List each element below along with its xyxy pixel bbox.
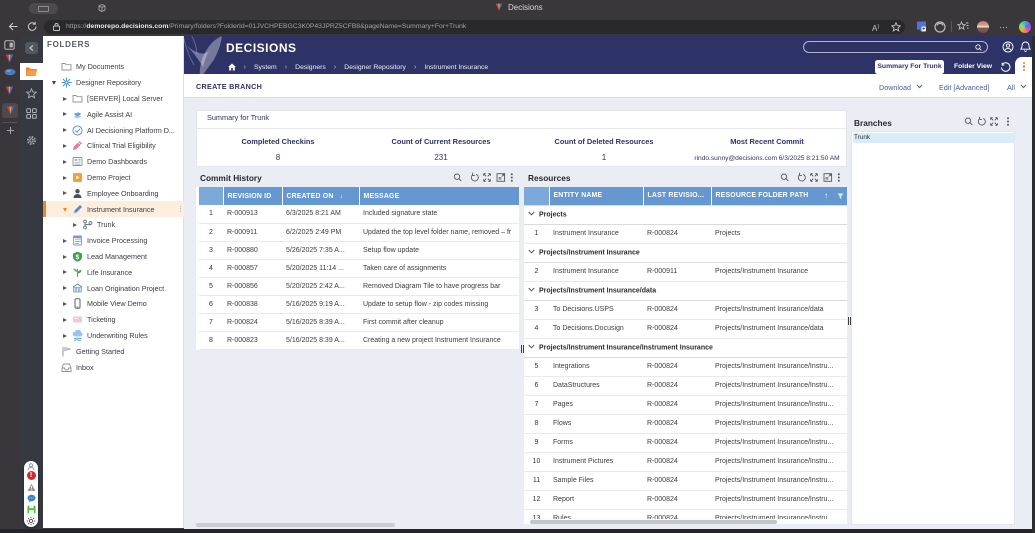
svg-text:$: $ [76,254,80,261]
svg-text:AI: AI [75,110,78,114]
